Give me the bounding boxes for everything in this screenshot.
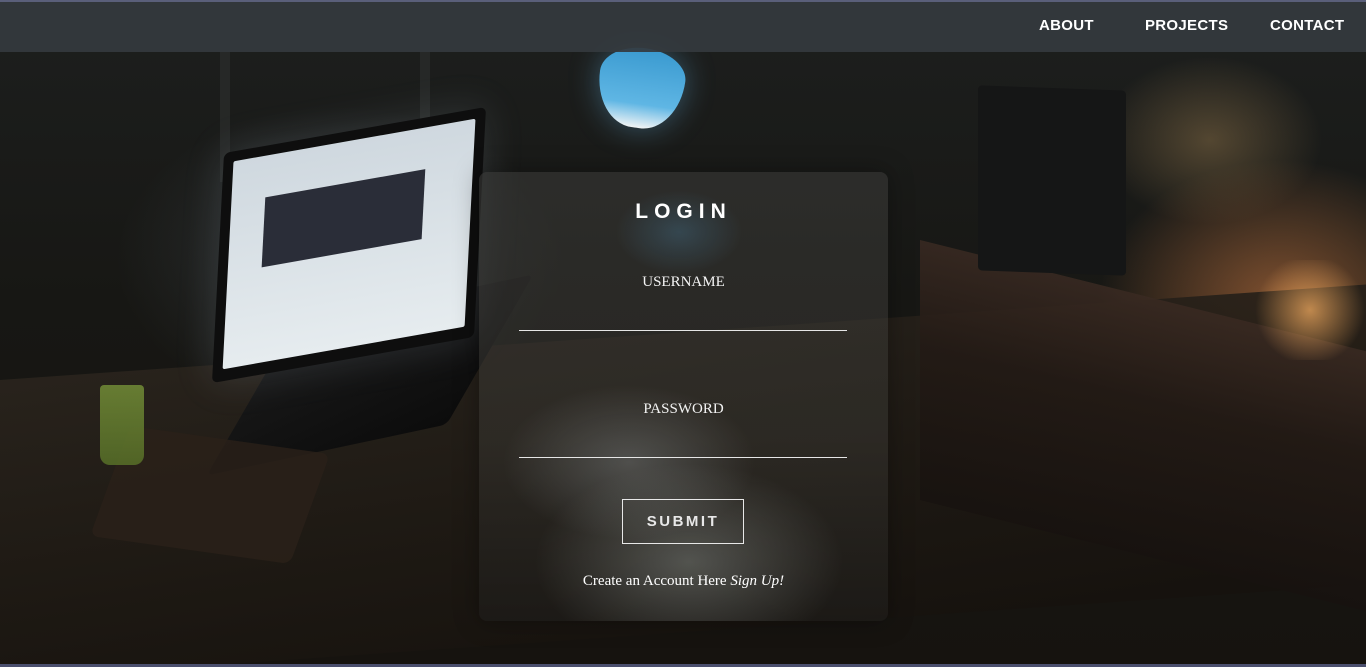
- signup-prefix-text: Create an Account Here: [582, 573, 727, 589]
- signup-line: Create an Account Here Sign Up!: [479, 573, 888, 590]
- mug: [100, 385, 144, 465]
- top-navbar: ABOUT PROJECTS CONTACT: [0, 0, 1366, 52]
- laptop-screen: [211, 106, 487, 384]
- fairy-light-glow: [1250, 260, 1366, 360]
- nav-item-about[interactable]: ABOUT: [1039, 17, 1094, 35]
- login-card: LOGIN USERNAME PASSWORD SUBMIT Create an…: [479, 172, 888, 621]
- submit-button[interactable]: SUBMIT: [622, 499, 744, 544]
- password-label: PASSWORD: [643, 401, 724, 417]
- username-label: USERNAME: [642, 274, 725, 290]
- password-input[interactable]: [519, 428, 847, 458]
- nav-item-contact[interactable]: CONTACT: [1270, 17, 1344, 35]
- speaker: [978, 85, 1126, 276]
- desk-lamp: [592, 42, 690, 134]
- username-input[interactable]: [519, 301, 847, 331]
- page: ABOUT PROJECTS CONTACT LOGIN USERNAME PA…: [0, 0, 1366, 667]
- nav-item-projects[interactable]: PROJECTS: [1145, 17, 1228, 35]
- login-title: LOGIN: [635, 200, 732, 223]
- signup-link[interactable]: Sign Up!: [730, 573, 784, 589]
